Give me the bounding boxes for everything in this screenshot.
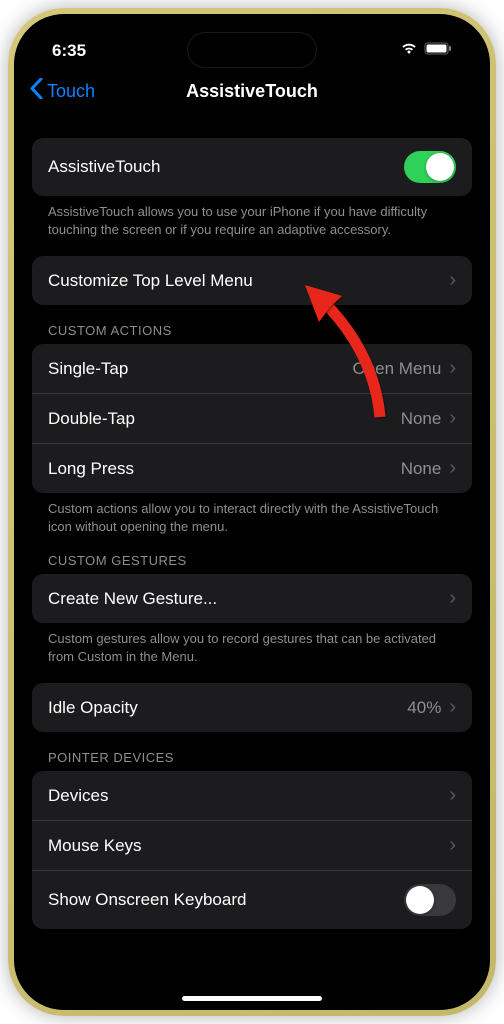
status-icons: [400, 42, 452, 60]
phone-frame: 6:35 Touch AssistiveTouch: [8, 8, 496, 1016]
cell-label: Customize Top Level Menu: [48, 271, 253, 291]
dynamic-island: [187, 32, 317, 68]
chevron-right-icon: ›: [449, 269, 456, 292]
section-footer: AssistiveTouch allows you to use your iP…: [32, 196, 472, 238]
section-custom-gestures: CUSTOM GESTURES Create New Gesture... › …: [32, 553, 472, 665]
chevron-right-icon: ›: [449, 834, 456, 857]
assistive-touch-toggle[interactable]: [404, 151, 456, 183]
cell-value: 40%: [407, 698, 441, 718]
single-tap-row[interactable]: Single-Tap Open Menu ›: [32, 344, 472, 394]
chevron-right-icon: ›: [449, 696, 456, 719]
devices-row[interactable]: Devices ›: [32, 771, 472, 821]
cell-value: None: [401, 409, 442, 429]
show-onscreen-keyboard-row[interactable]: Show Onscreen Keyboard: [32, 871, 472, 929]
back-label: Touch: [47, 81, 95, 102]
section-idle-opacity: Idle Opacity 40% ›: [32, 683, 472, 732]
page-title: AssistiveTouch: [186, 81, 318, 102]
chevron-right-icon: ›: [449, 587, 456, 610]
cell-value: Open Menu: [352, 359, 441, 379]
customize-top-level-menu-row[interactable]: Customize Top Level Menu ›: [32, 256, 472, 305]
create-new-gesture-row[interactable]: Create New Gesture... ›: [32, 574, 472, 623]
cell-value: None: [401, 459, 442, 479]
section-footer: Custom gestures allow you to record gest…: [32, 623, 472, 665]
status-time: 6:35: [52, 41, 86, 61]
chevron-right-icon: ›: [449, 784, 456, 807]
wifi-icon: [400, 42, 418, 60]
cell-label: Create New Gesture...: [48, 589, 217, 609]
idle-opacity-row[interactable]: Idle Opacity 40% ›: [32, 683, 472, 732]
assistive-touch-toggle-row[interactable]: AssistiveTouch: [32, 138, 472, 196]
section-customize: Customize Top Level Menu ›: [32, 256, 472, 305]
content-scroll[interactable]: AssistiveTouch AssistiveTouch allows you…: [14, 118, 490, 994]
toggle-knob: [406, 886, 434, 914]
cell-label: Idle Opacity: [48, 698, 138, 718]
mouse-keys-row[interactable]: Mouse Keys ›: [32, 821, 472, 871]
toggle-label: AssistiveTouch: [48, 157, 160, 177]
cell-label: Devices: [48, 786, 108, 806]
chevron-left-icon: [30, 78, 43, 104]
chevron-right-icon: ›: [449, 357, 456, 380]
double-tap-row[interactable]: Double-Tap None ›: [32, 394, 472, 444]
section-custom-actions: CUSTOM ACTIONS Single-Tap Open Menu › Do…: [32, 323, 472, 535]
section-footer: Custom actions allow you to interact dir…: [32, 493, 472, 535]
section-header: CUSTOM ACTIONS: [32, 323, 472, 344]
onscreen-keyboard-toggle[interactable]: [404, 884, 456, 916]
section-header: CUSTOM GESTURES: [32, 553, 472, 574]
section-header: POINTER DEVICES: [32, 750, 472, 771]
toggle-knob: [426, 153, 454, 181]
screen: 6:35 Touch AssistiveTouch: [14, 14, 490, 1010]
cell-label: Mouse Keys: [48, 836, 142, 856]
battery-icon: [424, 42, 452, 60]
chevron-right-icon: ›: [449, 407, 456, 430]
cell-label: Single-Tap: [48, 359, 128, 379]
long-press-row[interactable]: Long Press None ›: [32, 444, 472, 493]
back-button[interactable]: Touch: [30, 78, 95, 104]
nav-bar: Touch AssistiveTouch: [14, 68, 490, 118]
section-main-toggle: AssistiveTouch AssistiveTouch allows you…: [32, 138, 472, 238]
cell-label: Long Press: [48, 459, 134, 479]
home-indicator[interactable]: [182, 996, 322, 1001]
section-pointer-devices: POINTER DEVICES Devices › Mouse Keys ›: [32, 750, 472, 929]
cell-label: Show Onscreen Keyboard: [48, 890, 246, 910]
cell-label: Double-Tap: [48, 409, 135, 429]
chevron-right-icon: ›: [449, 457, 456, 480]
